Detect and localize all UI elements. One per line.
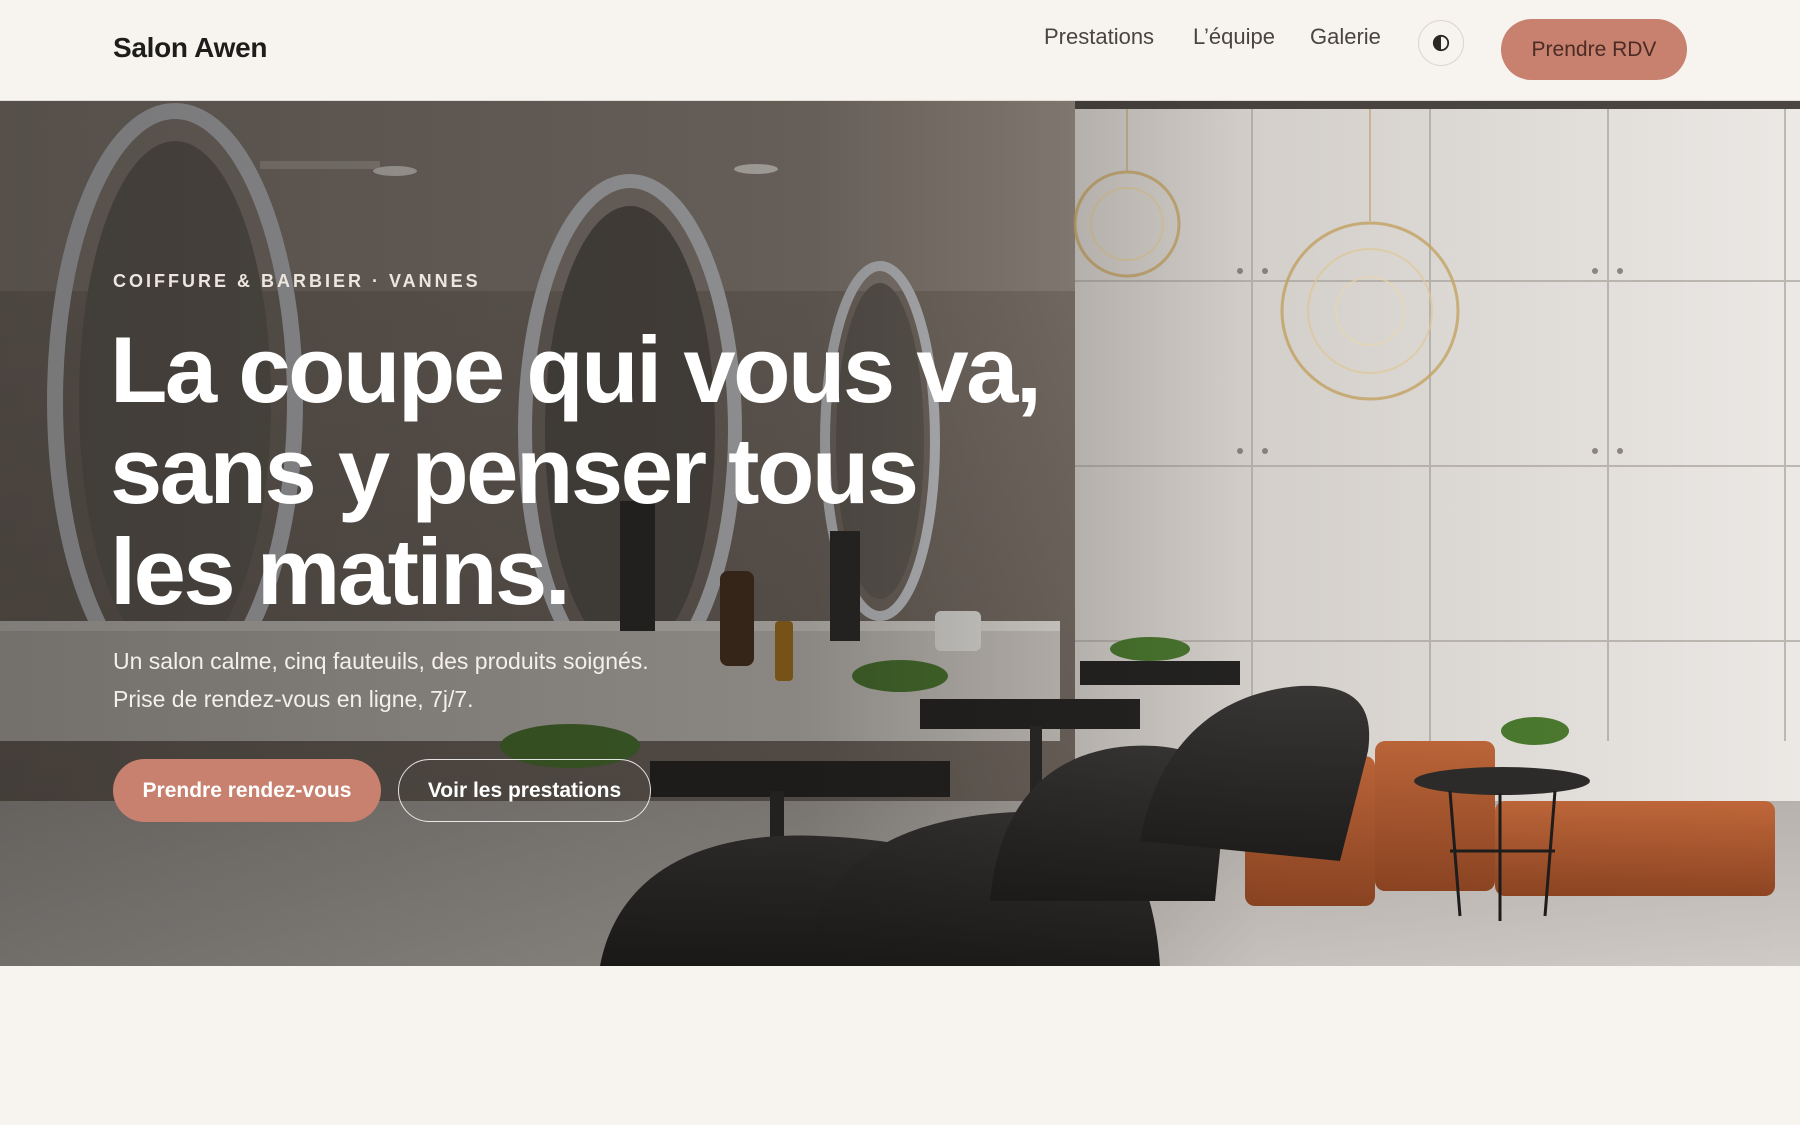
nav-link-equipe[interactable]: L’équipe — [1193, 24, 1275, 50]
hero-headline-line: les matins. — [110, 519, 571, 624]
hero-subtitle: Un salon calme, cinq fauteuils, des prod… — [113, 642, 813, 718]
hero-eyebrow: COIFFURE & BARBIER · VANNES — [113, 271, 481, 291]
hero-headline-line: sans y penser tous — [110, 418, 919, 523]
nav-link-galerie[interactable]: Galerie — [1310, 24, 1381, 50]
site-header: Salon Awen Prestations L’équipe Galerie … — [0, 0, 1800, 101]
theme-toggle-button[interactable] — [1418, 20, 1464, 66]
hero-headline-line: La coupe qui vous va, — [110, 317, 1042, 422]
book-appointment-button[interactable]: Prendre RDV — [1501, 19, 1687, 80]
page-content-below-hero — [0, 966, 1800, 1125]
hero-section: COIFFURE & BARBIER · VANNES La coupe qui… — [0, 101, 1800, 966]
brand-logo[interactable]: Salon Awen — [113, 32, 267, 64]
contrast-icon — [1432, 34, 1450, 52]
hero-subtitle-line: Prise de rendez-vous en ligne, 7j/7. — [113, 686, 474, 712]
view-services-cta[interactable]: Voir les prestations — [398, 759, 651, 822]
nav-link-prestations[interactable]: Prestations — [1044, 24, 1154, 50]
hero-subtitle-line: Un salon calme, cinq fauteuils, des prod… — [113, 648, 649, 674]
book-appointment-cta[interactable]: Prendre rendez-vous — [113, 759, 381, 822]
hero-headline: La coupe qui vous va, sans y penser tous… — [110, 319, 1070, 622]
